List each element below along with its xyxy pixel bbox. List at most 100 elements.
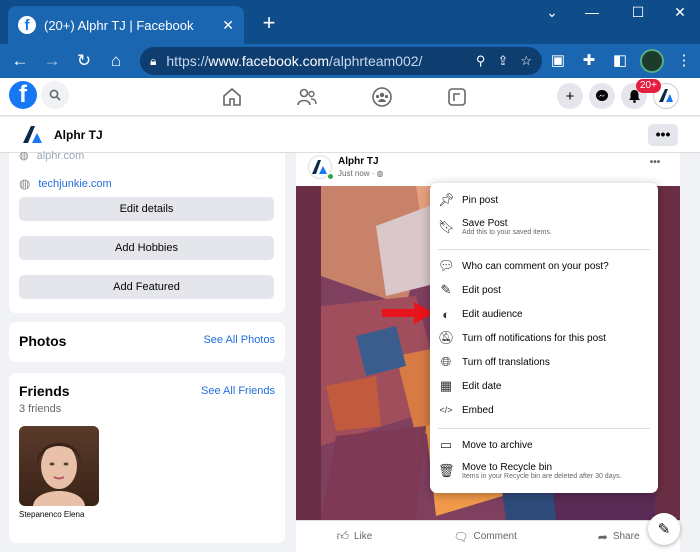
menu-item-pin-post[interactable]: 📌︎ Pin post bbox=[438, 189, 650, 211]
see-all-friends-link[interactable]: See All Friends bbox=[201, 385, 275, 397]
post-options-icon[interactable]: ••• bbox=[644, 157, 666, 175]
forward-icon[interactable]: → bbox=[42, 51, 62, 71]
profile-name[interactable]: Alphr TJ bbox=[54, 128, 103, 142]
menu-item-edit-date[interactable]: ▦ Edit date bbox=[438, 375, 650, 397]
browser-menu-icon[interactable]: ⋮ bbox=[674, 51, 694, 71]
add-hobbies-button[interactable]: Add Hobbies bbox=[19, 236, 274, 260]
menu-divider bbox=[438, 249, 650, 250]
techjunkie-link[interactable]: techjunkie.com bbox=[38, 178, 111, 190]
notification-count-badge: 20+ bbox=[636, 79, 661, 93]
browser-titlebar: f (20+) Alphr TJ | Facebook ✕ + ⌄ — ☐ ✕ bbox=[0, 0, 700, 44]
menu-item-embed[interactable]: </> Embed bbox=[438, 399, 650, 421]
edit-post-label: Edit post bbox=[462, 284, 501, 296]
archive-label: Move to archive bbox=[462, 439, 533, 451]
extensions-puzzle-icon[interactable]: ✚ bbox=[579, 51, 599, 71]
friends-title: Friends bbox=[19, 383, 70, 399]
close-window-icon[interactable]: ✕ bbox=[660, 4, 700, 24]
globe-icon: ◍ bbox=[19, 176, 31, 191]
gaming-nav-icon[interactable] bbox=[446, 86, 468, 108]
friend-name[interactable]: Stepanenco Elena bbox=[19, 510, 84, 519]
comment-icon: 🗨︎ bbox=[453, 529, 469, 544]
share-icon[interactable]: ⇪ bbox=[497, 53, 508, 69]
online-status-dot bbox=[327, 173, 334, 180]
lock-icon: 🔒︎ bbox=[150, 53, 157, 68]
menu-item-edit-post[interactable]: ✎ Edit post bbox=[438, 279, 650, 301]
globe-audience-icon: ◐ bbox=[442, 306, 450, 322]
friend-photo[interactable] bbox=[19, 426, 99, 506]
groups-nav-icon[interactable] bbox=[371, 86, 393, 108]
profile-bar: Alphr TJ ••• bbox=[0, 117, 700, 153]
comment-bubble-icon: 💬︎ bbox=[438, 258, 455, 273]
profile-avatar-icon[interactable] bbox=[640, 49, 664, 73]
menu-item-who-can-comment[interactable]: 💬︎ Who can comment on your post? bbox=[438, 255, 650, 277]
pencil-icon: ✎ bbox=[440, 282, 452, 297]
archive-box-icon: ▭ bbox=[439, 437, 453, 452]
share-label: Share bbox=[612, 531, 640, 542]
menu-item-edit-audience[interactable]: ◐ Edit audience bbox=[438, 303, 650, 325]
home-nav-icon[interactable] bbox=[221, 86, 243, 108]
save-post-label: Save Post bbox=[462, 218, 508, 229]
create-plus-icon[interactable]: + bbox=[557, 83, 583, 109]
profile-logo[interactable] bbox=[20, 122, 46, 148]
share-button[interactable]: ➦ Share bbox=[598, 530, 640, 544]
code-icon: </> bbox=[439, 405, 453, 415]
post-time-text: Just now · bbox=[338, 169, 375, 178]
recycle-bin-subtext: Items in your Recycle bin are deleted af… bbox=[462, 473, 622, 480]
save-post-subtext: Add this to your saved items. bbox=[462, 229, 552, 236]
bell-off-icon: 🔕︎ bbox=[438, 330, 455, 345]
search-icon[interactable] bbox=[41, 81, 69, 109]
post-options-menu: 📌︎ Pin post 🔖︎ Save Post Add this to your s… bbox=[430, 183, 658, 493]
zoom-icon[interactable]: ⚲ bbox=[476, 53, 486, 69]
add-featured-button[interactable]: Add Featured bbox=[19, 275, 274, 299]
side-panel-icon[interactable]: ◧ bbox=[610, 51, 630, 71]
more-options-button[interactable]: ••• bbox=[648, 124, 678, 146]
post-time[interactable]: Just now · ◍ bbox=[338, 169, 383, 178]
maximize-icon[interactable]: ☐ bbox=[618, 4, 658, 24]
like-icon: 👍︎ bbox=[336, 529, 349, 543]
menu-item-move-to-recycle-bin[interactable]: 🗑︎ Move to Recycle bin Items in your Recyc… bbox=[438, 457, 650, 485]
turn-off-translations-label: Turn off translations bbox=[462, 356, 550, 368]
edit-date-label: Edit date bbox=[462, 380, 502, 392]
see-all-photos-link[interactable]: See All Photos bbox=[203, 334, 275, 346]
calendar-icon: ▦ bbox=[439, 378, 453, 393]
friends-nav-icon[interactable] bbox=[296, 86, 318, 108]
menu-item-save-post[interactable]: 🔖︎ Save Post Add this to your saved items. bbox=[438, 213, 650, 241]
pin-post-label: Pin post bbox=[462, 194, 499, 206]
menu-item-move-to-archive[interactable]: ▭ Move to archive bbox=[438, 434, 650, 456]
recycle-bin-label: Move to Recycle bin bbox=[462, 462, 553, 473]
screenshot-extension-icon[interactable]: ▣ bbox=[548, 51, 568, 71]
new-message-compose-icon[interactable]: ✎ bbox=[648, 513, 680, 545]
edit-details-button[interactable]: Edit details bbox=[19, 197, 274, 221]
back-icon[interactable]: ← bbox=[10, 51, 30, 71]
globe-translate-icon: 🌐︎ bbox=[440, 354, 452, 369]
address-bar[interactable]: 🔒︎ https://www.facebook.com/alphrteam002… bbox=[140, 47, 542, 75]
comment-label: Comment bbox=[473, 531, 517, 542]
menu-item-turn-off-translations[interactable]: 🌐︎ Turn off translations bbox=[438, 351, 650, 373]
post-author-name[interactable]: Alphr TJ bbox=[338, 156, 379, 167]
browser-tab[interactable]: f (20+) Alphr TJ | Facebook ✕ bbox=[8, 6, 244, 44]
turn-off-notifications-label: Turn off notifications for this post bbox=[462, 332, 606, 344]
facebook-favicon-icon: f bbox=[18, 16, 36, 34]
intro-link-row: ◍ techjunkie.com bbox=[19, 176, 112, 192]
home-icon[interactable]: ⌂ bbox=[106, 51, 126, 71]
reload-icon[interactable]: ↻ bbox=[74, 51, 94, 71]
close-tab-icon[interactable]: ✕ bbox=[222, 17, 234, 34]
address-toolbar: ← → ↻ ⌂ 🔒︎ https://www.facebook.com/alph… bbox=[0, 44, 700, 78]
messenger-icon[interactable] bbox=[589, 83, 615, 109]
tab-search-icon[interactable]: ⌄ bbox=[532, 4, 572, 24]
facebook-header: f + bbox=[0, 78, 700, 116]
menu-item-turn-off-notifications[interactable]: 🔕︎ Turn off notifications for this post bbox=[438, 327, 650, 349]
post-actions-bar: 👍︎ Like 🗨︎ Comment ➦ Share bbox=[296, 520, 680, 552]
minimize-icon[interactable]: — bbox=[572, 4, 612, 24]
photos-card: Photos See All Photos bbox=[9, 322, 285, 362]
embed-label: Embed bbox=[462, 404, 494, 416]
edit-audience-label: Edit audience bbox=[462, 308, 523, 320]
pin-icon: 📌︎ bbox=[438, 192, 455, 207]
alphr-link[interactable]: alphr.com bbox=[37, 150, 85, 162]
like-button[interactable]: 👍︎ Like bbox=[336, 529, 372, 544]
new-tab-icon[interactable]: + bbox=[258, 10, 280, 36]
tab-title: (20+) Alphr TJ | Facebook bbox=[44, 17, 194, 33]
comment-button[interactable]: 🗨︎ Comment bbox=[453, 530, 517, 544]
bookmark-star-icon[interactable]: ☆ bbox=[520, 53, 532, 69]
facebook-logo-icon[interactable]: f bbox=[9, 81, 37, 109]
